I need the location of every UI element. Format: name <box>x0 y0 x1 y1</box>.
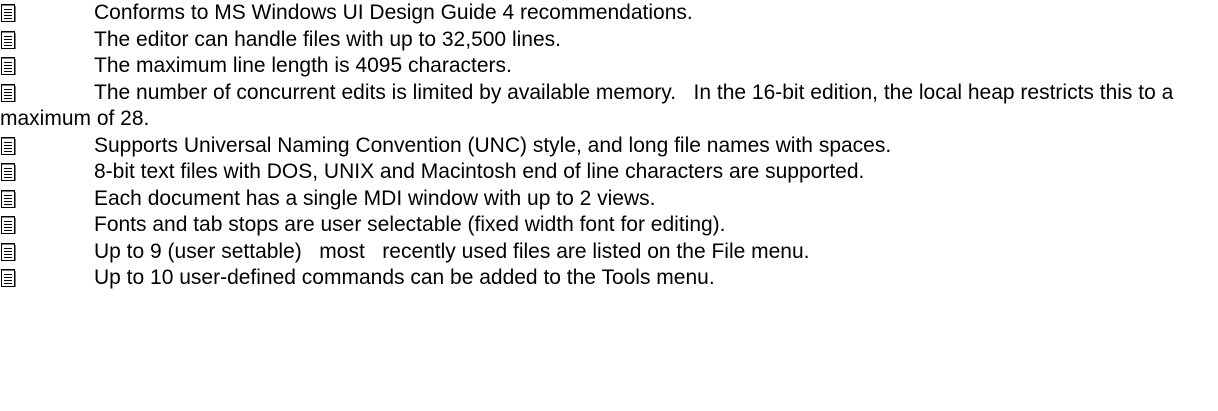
text-document-icon <box>0 162 17 182</box>
text-document-icon <box>0 56 17 76</box>
list-item-text: The number of concurrent edits is limite… <box>0 80 1180 131</box>
list-item-text: Fonts and tab stops are user selectable … <box>94 213 726 236</box>
text-document-icon <box>0 189 17 209</box>
text-document-icon <box>0 268 17 288</box>
list-item: 8-bit text files with DOS, UNIX and Maci… <box>0 159 1218 186</box>
text-document-icon <box>0 3 17 23</box>
list-item: The number of concurrent edits is limite… <box>0 80 1212 133</box>
text-document-icon <box>0 242 17 262</box>
list-item-text: Supports Universal Naming Convention (UN… <box>94 133 892 157</box>
list-item: Conforms to MS Windows UI Design Guide 4… <box>0 0 1218 27</box>
list-item: Fonts and tab stops are user selectable … <box>0 212 1218 239</box>
list-item-text: Up to 9 (user settable) most recently us… <box>94 239 810 263</box>
list-item-text: 8-bit text files with DOS, UNIX and Maci… <box>94 160 865 183</box>
list-item-text: The editor can handle files with up to 3… <box>94 27 561 51</box>
list-item: Up to 10 user-defined commands can be ad… <box>0 265 1218 292</box>
list-item: Each document has a single MDI window wi… <box>0 186 1218 213</box>
list-item: The maximum line length is 4095 characte… <box>0 53 1218 80</box>
list-item-text: Conforms to MS Windows UI Design Guide 4… <box>94 1 693 24</box>
text-document-icon <box>0 83 17 103</box>
text-document-icon <box>0 30 17 50</box>
feature-list: Conforms to MS Windows UI Design Guide 4… <box>0 0 1218 292</box>
list-item: Supports Universal Naming Convention (UN… <box>0 133 1218 160</box>
list-item-text: Up to 10 user-defined commands can be ad… <box>94 266 715 289</box>
list-item: The editor can handle files with up to 3… <box>0 27 1218 54</box>
list-item-text: Each document has a single MDI window wi… <box>94 186 656 210</box>
text-document-icon <box>0 136 17 156</box>
list-item-text: The maximum line length is 4095 characte… <box>94 54 512 77</box>
list-item: Up to 9 (user settable) most recently us… <box>0 239 1218 266</box>
text-document-icon <box>0 215 17 235</box>
